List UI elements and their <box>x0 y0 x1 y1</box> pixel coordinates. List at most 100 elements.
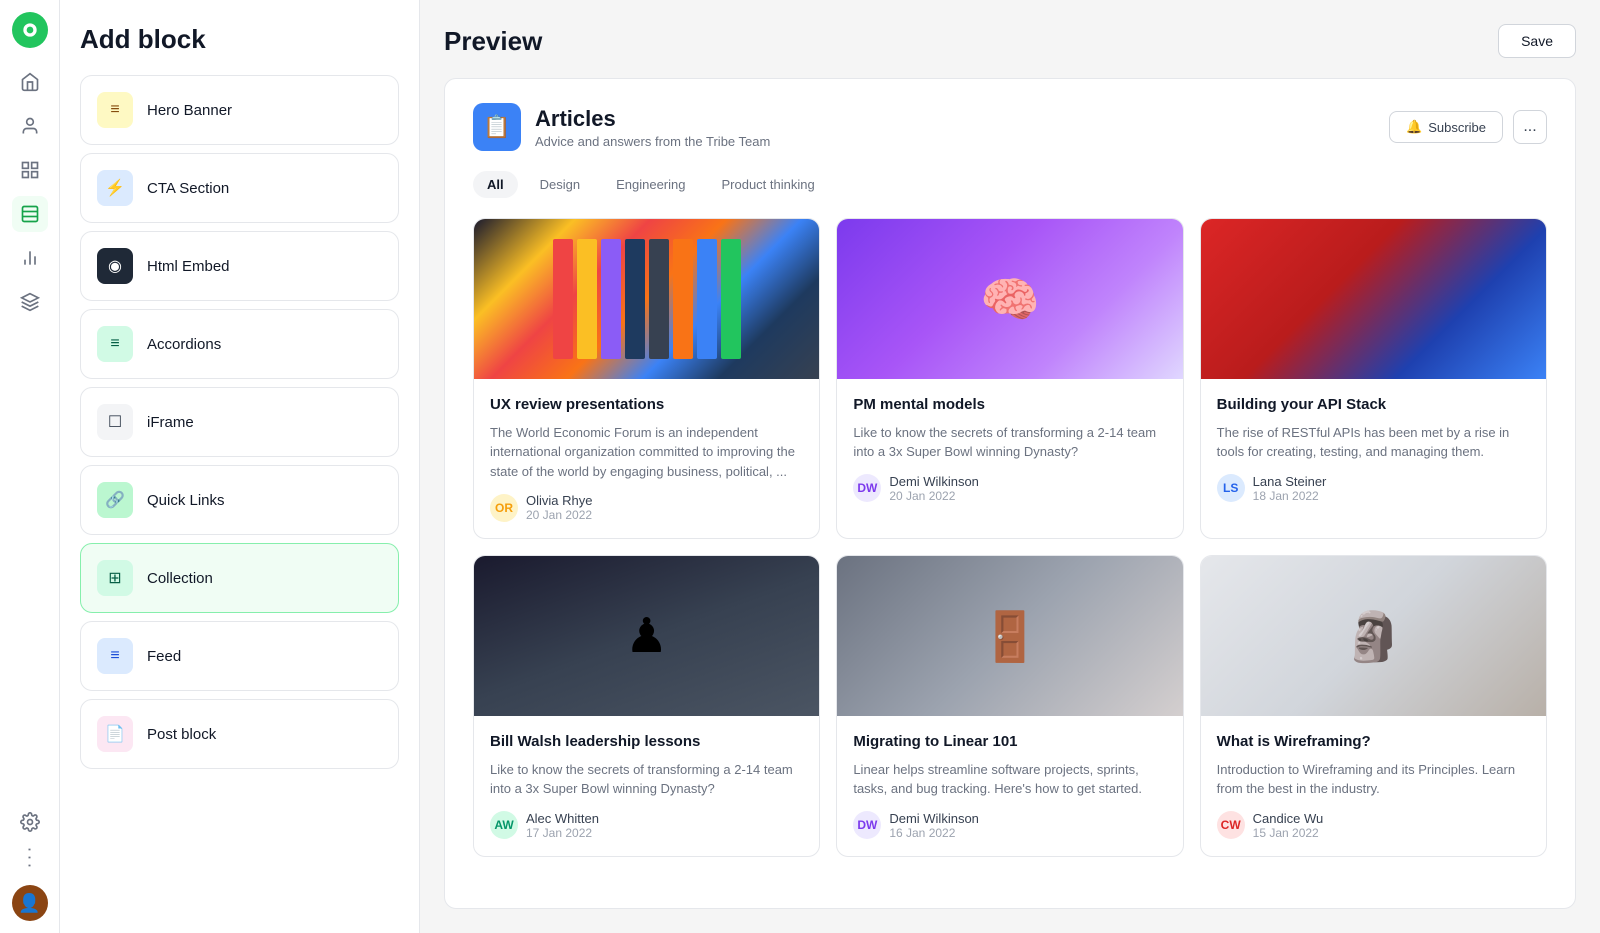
articles-grid: UX review presentations The World Econom… <box>473 218 1547 857</box>
preview-title: Preview <box>444 26 542 57</box>
filter-tab-design[interactable]: Design <box>526 171 594 198</box>
nav-layers[interactable] <box>12 284 48 320</box>
article-title-2: PM mental models <box>853 395 1166 415</box>
nav-users[interactable] <box>12 108 48 144</box>
more-options-icon[interactable]: ··· <box>19 847 40 871</box>
author-avatar-1: OR <box>490 494 518 522</box>
block-icon-post-block: 📄 <box>97 716 133 752</box>
articles-header: 📋 Articles Advice and answers from the T… <box>473 103 1547 151</box>
block-item-collection[interactable]: ⊞ Collection <box>80 543 399 613</box>
block-item-post-block[interactable]: 📄 Post block <box>80 699 399 769</box>
nav-analytics[interactable] <box>12 240 48 276</box>
author-avatar-4: AW <box>490 811 518 839</box>
article-body-2: PM mental models Like to know the secret… <box>837 379 1182 519</box>
article-date-2: 20 Jan 2022 <box>889 489 979 503</box>
block-item-feed[interactable]: ≡ Feed <box>80 621 399 691</box>
article-image-6: 🗿 <box>1201 556 1546 716</box>
block-icon-collection: ⊞ <box>97 560 133 596</box>
subscribe-label: Subscribe <box>1428 120 1486 135</box>
article-date-6: 15 Jan 2022 <box>1253 826 1324 840</box>
filter-tab-product-thinking[interactable]: Product thinking <box>707 171 828 198</box>
user-avatar[interactable]: 👤 <box>12 885 48 921</box>
article-author-1: OR Olivia Rhye 20 Jan 2022 <box>490 493 803 522</box>
preview-panel: Preview Save 📋 Articles Advice and answe… <box>420 0 1600 933</box>
article-body-5: Migrating to Linear 101 Linear helps str… <box>837 716 1182 856</box>
author-avatar-5: DW <box>853 811 881 839</box>
preview-card: 📋 Articles Advice and answers from the T… <box>444 78 1576 909</box>
article-title-1: UX review presentations <box>490 395 803 415</box>
author-info-4: Alec Whitten 17 Jan 2022 <box>526 811 599 840</box>
article-desc-6: Introduction to Wireframing and its Prin… <box>1217 760 1530 799</box>
block-icon-iframe: ☐ <box>97 404 133 440</box>
article-desc-2: Like to know the secrets of transforming… <box>853 423 1166 462</box>
bell-icon: 🔔 <box>1406 119 1422 135</box>
author-avatar-2: DW <box>853 474 881 502</box>
author-name-2: Demi Wilkinson <box>889 474 979 489</box>
app-logo[interactable] <box>12 12 48 48</box>
more-button[interactable]: ... <box>1513 110 1547 144</box>
articles-icon: 📋 <box>473 103 521 151</box>
article-card-4[interactable]: ♟ Bill Walsh leadership lessons Like to … <box>473 555 820 857</box>
subscribe-button[interactable]: 🔔 Subscribe <box>1389 111 1503 143</box>
block-item-accordions[interactable]: ≡ Accordions <box>80 309 399 379</box>
panel-title: Add block <box>80 24 399 55</box>
block-label-hero-banner: Hero Banner <box>147 102 232 119</box>
articles-title: Articles <box>535 106 770 132</box>
article-date-4: 17 Jan 2022 <box>526 826 599 840</box>
article-title-4: Bill Walsh leadership lessons <box>490 732 803 752</box>
article-desc-1: The World Economic Forum is an independe… <box>490 423 803 482</box>
block-icon-cta-section: ⚡ <box>97 170 133 206</box>
block-item-html-embed[interactable]: ◉ Html Embed <box>80 231 399 301</box>
article-desc-3: The rise of RESTful APIs has been met by… <box>1217 423 1530 462</box>
block-item-hero-banner[interactable]: ≡ Hero Banner <box>80 75 399 145</box>
block-icon-accordions: ≡ <box>97 326 133 362</box>
block-label-quick-links: Quick Links <box>147 492 225 509</box>
nav-settings[interactable] <box>12 804 48 840</box>
articles-left: 📋 Articles Advice and answers from the T… <box>473 103 770 151</box>
block-label-post-block: Post block <box>147 726 216 743</box>
article-date-3: 18 Jan 2022 <box>1253 489 1327 503</box>
nav-blocks[interactable] <box>12 196 48 232</box>
author-name-6: Candice Wu <box>1253 811 1324 826</box>
article-author-2: DW Demi Wilkinson 20 Jan 2022 <box>853 474 1166 503</box>
article-body-6: What is Wireframing? Introduction to Wir… <box>1201 716 1546 856</box>
article-author-5: DW Demi Wilkinson 16 Jan 2022 <box>853 811 1166 840</box>
add-block-panel: Add block ≡ Hero Banner ⚡ CTA Section ◉ … <box>60 0 420 933</box>
filter-tab-engineering[interactable]: Engineering <box>602 171 699 198</box>
filter-tabs: All Design Engineering Product thinking <box>473 171 1547 198</box>
article-image-4: ♟ <box>474 556 819 716</box>
author-name-3: Lana Steiner <box>1253 474 1327 489</box>
article-image-5: 🚪 <box>837 556 1182 716</box>
nav-content[interactable] <box>12 152 48 188</box>
article-image-2: 🧠 <box>837 219 1182 379</box>
article-card-5[interactable]: 🚪 Migrating to Linear 101 Linear helps s… <box>836 555 1183 857</box>
article-body-1: UX review presentations The World Econom… <box>474 379 819 538</box>
articles-subtitle: Advice and answers from the Tribe Team <box>535 134 770 149</box>
block-label-iframe: iFrame <box>147 414 194 431</box>
article-author-3: LS Lana Steiner 18 Jan 2022 <box>1217 474 1530 503</box>
filter-tab-all[interactable]: All <box>473 171 518 198</box>
block-item-iframe[interactable]: ☐ iFrame <box>80 387 399 457</box>
block-icon-quick-links: 🔗 <box>97 482 133 518</box>
article-title-3: Building your API Stack <box>1217 395 1530 415</box>
save-button[interactable]: Save <box>1498 24 1576 58</box>
article-card-1[interactable]: UX review presentations The World Econom… <box>473 218 820 539</box>
article-desc-4: Like to know the secrets of transforming… <box>490 760 803 799</box>
block-label-collection: Collection <box>147 570 213 587</box>
article-body-4: Bill Walsh leadership lessons Like to kn… <box>474 716 819 856</box>
article-card-3[interactable]: Building your API Stack The rise of REST… <box>1200 218 1547 539</box>
article-card-2[interactable]: 🧠 PM mental models Like to know the secr… <box>836 218 1183 539</box>
block-label-html-embed: Html Embed <box>147 258 230 275</box>
article-card-6[interactable]: 🗿 What is Wireframing? Introduction to W… <box>1200 555 1547 857</box>
nav-home[interactable] <box>12 64 48 100</box>
block-item-quick-links[interactable]: 🔗 Quick Links <box>80 465 399 535</box>
block-label-cta-section: CTA Section <box>147 180 229 197</box>
author-info-3: Lana Steiner 18 Jan 2022 <box>1253 474 1327 503</box>
article-title-5: Migrating to Linear 101 <box>853 732 1166 752</box>
block-item-cta-section[interactable]: ⚡ CTA Section <box>80 153 399 223</box>
article-author-4: AW Alec Whitten 17 Jan 2022 <box>490 811 803 840</box>
article-image-1 <box>474 219 819 379</box>
author-avatar-3: LS <box>1217 474 1245 502</box>
article-desc-5: Linear helps streamline software project… <box>853 760 1166 799</box>
article-body-3: Building your API Stack The rise of REST… <box>1201 379 1546 519</box>
